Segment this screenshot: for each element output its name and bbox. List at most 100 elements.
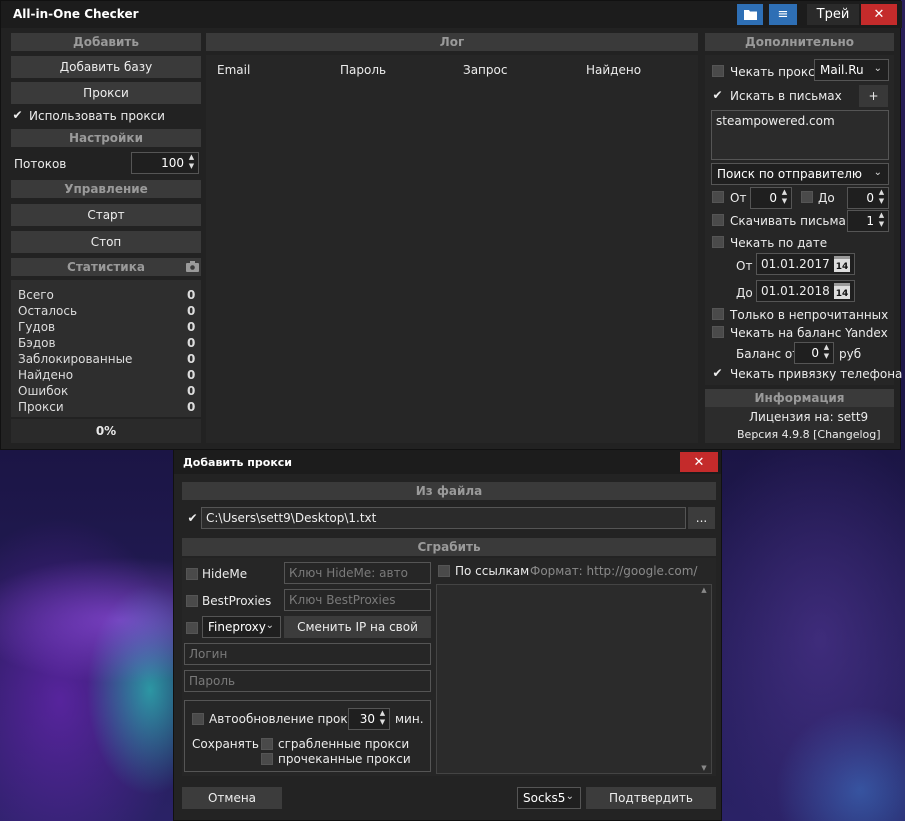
- check-yandex-checkbox[interactable]: [712, 326, 724, 338]
- search-mode-value: Поиск по отправителю: [717, 167, 862, 181]
- cancel-button[interactable]: Отмена: [182, 787, 282, 809]
- file-path-input[interactable]: C:\Users\sett9\Desktop\1.txt: [201, 507, 686, 529]
- minutes-label: мин.: [395, 712, 424, 726]
- stat-label: Ошибок: [18, 384, 69, 398]
- scroll-up-icon[interactable]: ▲: [698, 586, 710, 594]
- stop-button[interactable]: Стоп: [11, 231, 201, 253]
- proxy-button[interactable]: Прокси: [11, 82, 201, 104]
- dialog-title-bar[interactable]: Добавить прокси ✕: [174, 450, 721, 474]
- download-stepper[interactable]: 1 ▲ ▼: [847, 210, 889, 232]
- search-letters-label: Искать в письмах: [730, 89, 842, 103]
- stepper-arrows-icon[interactable]: ▲ ▼: [779, 188, 790, 208]
- check-by-date-checkbox[interactable]: [712, 236, 724, 248]
- add-search-button[interactable]: +: [859, 85, 888, 107]
- stat-label: Осталось: [18, 304, 78, 318]
- hideme-key-input[interactable]: Ключ HideMe: авто: [284, 562, 431, 584]
- provider-value: Mail.Ru: [820, 63, 864, 77]
- stats-header: Статистика: [11, 258, 201, 276]
- close-button[interactable]: ✕: [861, 4, 897, 25]
- grabbed-checkbox[interactable]: [261, 738, 273, 750]
- folder-button[interactable]: [737, 4, 763, 25]
- links-textarea[interactable]: ▲ ▼: [436, 584, 712, 774]
- only-unread-checkbox[interactable]: [712, 308, 724, 320]
- balance-stepper[interactable]: 0 ▲ ▼: [794, 342, 834, 364]
- calendar-icon[interactable]: 14: [834, 283, 850, 299]
- auto-update-checkbox[interactable]: [192, 713, 204, 725]
- use-proxy-checkbox[interactable]: ✔: [11, 109, 24, 122]
- download-letters-label: Скачивать письма: [730, 214, 846, 228]
- close-icon: ✕: [873, 7, 885, 22]
- confirm-button[interactable]: Подтвердить: [586, 787, 716, 809]
- change-ip-button[interactable]: Сменить IP на свой: [284, 616, 431, 638]
- by-links-checkbox[interactable]: [438, 565, 450, 577]
- stepper-arrows-icon[interactable]: ▲ ▼: [186, 153, 197, 173]
- stat-label: Прокси: [18, 400, 64, 414]
- fineproxy-checkbox[interactable]: [186, 622, 198, 634]
- stat-label: Найдено: [18, 368, 74, 382]
- extra-header: Дополнительно: [705, 33, 894, 51]
- date-to-value: 01.01.2018: [761, 284, 830, 298]
- file-path-value: C:\Users\sett9\Desktop\1.txt: [206, 511, 377, 525]
- version-label[interactable]: Версия 4.9.8 [Changelog]: [737, 428, 881, 441]
- stepper-arrows-icon[interactable]: ▲ ▼: [821, 343, 832, 363]
- add-base-button[interactable]: Добавить базу: [11, 56, 201, 78]
- threads-stepper[interactable]: 100 ▲ ▼: [131, 152, 199, 174]
- login-input[interactable]: Логин: [184, 643, 431, 665]
- camera-icon[interactable]: [186, 261, 199, 272]
- search-letters-checkbox[interactable]: ✔: [711, 89, 724, 102]
- bestproxies-key-input[interactable]: Ключ BestProxies: [284, 589, 431, 611]
- stepper-arrows-icon[interactable]: ▲ ▼: [876, 188, 887, 208]
- checked-checkbox[interactable]: [261, 753, 273, 765]
- log-table[interactable]: [206, 55, 698, 443]
- by-links-label: По ссылкам: [455, 564, 530, 578]
- stepper-arrows-icon[interactable]: ▲ ▼: [876, 211, 887, 231]
- folder-icon: [743, 10, 757, 20]
- start-button[interactable]: Старт: [11, 204, 201, 226]
- download-letters-checkbox[interactable]: [712, 214, 724, 226]
- log-column-password[interactable]: Пароль: [340, 63, 386, 77]
- login-placeholder: Логин: [189, 647, 228, 661]
- tray-button[interactable]: Трей: [807, 4, 859, 25]
- fineproxy-select[interactable]: Fineproxy ⌄: [202, 616, 281, 638]
- stat-label: Всего: [18, 288, 54, 302]
- auto-update-label: Автообновление прокси: [209, 712, 362, 726]
- to-label: До: [818, 191, 835, 205]
- date-from-label: От: [736, 259, 753, 273]
- log-column-found[interactable]: Найдено: [586, 63, 641, 77]
- date-from-value: 01.01.2017: [761, 257, 830, 271]
- check-by-date-label: Чекать по дате: [730, 236, 828, 250]
- check-phone-checkbox[interactable]: ✔: [711, 367, 724, 380]
- from-checkbox[interactable]: [712, 191, 724, 203]
- to-checkbox[interactable]: [801, 191, 813, 203]
- chevron-down-icon: ⌄: [565, 791, 574, 802]
- check-proxy-checkbox[interactable]: [712, 65, 724, 77]
- log-column-email[interactable]: Email: [217, 63, 250, 77]
- menu-button[interactable]: ≡: [769, 4, 797, 25]
- auto-update-stepper[interactable]: 30 ▲ ▼: [348, 708, 390, 730]
- search-mode-select[interactable]: Поиск по отправителю ⌄: [711, 163, 889, 185]
- add-header: Добавить: [11, 33, 201, 51]
- scroll-down-icon[interactable]: ▼: [698, 764, 710, 772]
- stat-label: Бэдов: [18, 336, 56, 350]
- dialog-close-button[interactable]: ✕: [680, 452, 718, 472]
- password-input[interactable]: Пароль: [184, 670, 431, 692]
- log-column-request[interactable]: Запрос: [463, 63, 507, 77]
- provider-select[interactable]: Mail.Ru ⌄: [814, 59, 889, 81]
- bestproxies-checkbox[interactable]: [186, 595, 198, 607]
- from-stepper[interactable]: 0 ▲ ▼: [750, 187, 792, 209]
- search-text-area[interactable]: steampowered.com: [711, 110, 889, 160]
- hideme-checkbox[interactable]: [186, 568, 198, 580]
- calendar-icon[interactable]: 14: [834, 256, 850, 272]
- grabbed-label: сграбленные прокси: [278, 737, 410, 751]
- hideme-label: HideMe: [202, 567, 248, 581]
- title-bar[interactable]: All-in-One Checker ≡ Трей ✕: [1, 1, 902, 28]
- search-text-value: steampowered.com: [716, 114, 835, 128]
- proxy-type-select[interactable]: Socks5 ⌄: [517, 787, 581, 809]
- browse-button[interactable]: ...: [688, 507, 715, 529]
- progress-bar: 0%: [11, 419, 201, 443]
- to-value: 0: [866, 191, 874, 205]
- links-scrollbar[interactable]: ▲ ▼: [698, 586, 710, 772]
- stepper-arrows-icon[interactable]: ▲ ▼: [377, 709, 388, 729]
- from-file-checkbox[interactable]: ✔: [186, 512, 199, 525]
- to-stepper[interactable]: 0 ▲ ▼: [847, 187, 889, 209]
